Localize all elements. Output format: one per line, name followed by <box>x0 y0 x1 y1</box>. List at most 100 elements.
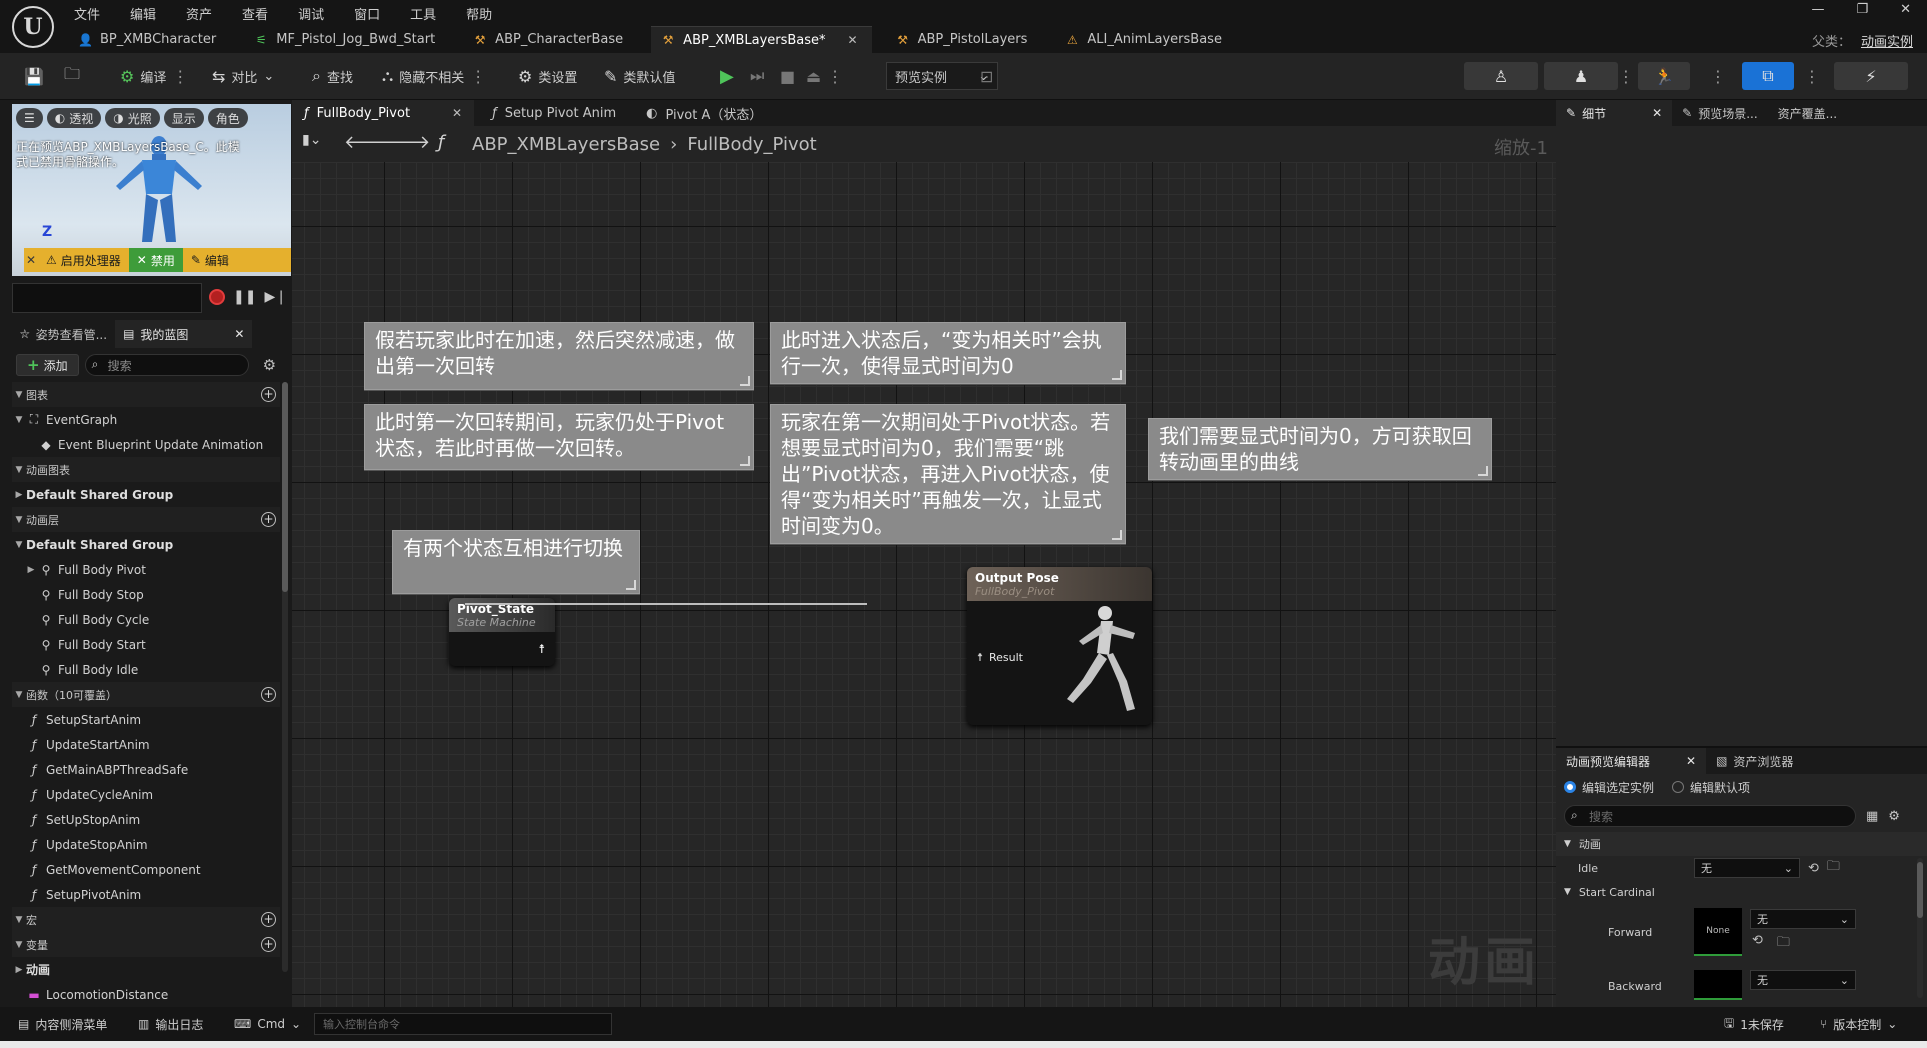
menu-item[interactable]: 文件 <box>74 2 100 25</box>
chevron-right-icon[interactable]: ▶ <box>12 490 26 500</box>
close-icon[interactable]: ✕ <box>452 106 462 120</box>
browse-button[interactable]: 🗀 <box>64 62 80 90</box>
breadcrumb-blueprint[interactable]: ABP_XMBLayersBase <box>472 134 660 155</box>
tree-category[interactable]: ▼ 变量 + <box>12 932 280 957</box>
graph-tab[interactable]: ƒ Setup Pivot Anim <box>480 100 628 126</box>
chevron-down-icon[interactable]: ▼ <box>12 690 26 700</box>
chevron-down-icon[interactable]: ▼ <box>12 540 26 550</box>
tree-category[interactable]: ▼ 函数（10可覆盖） + <box>12 682 280 707</box>
chevron-down-icon[interactable]: ▼ <box>12 465 26 475</box>
tree-group[interactable]: ▶ Default Shared Group <box>12 482 280 507</box>
tree-item[interactable]: ƒ UpdateStopAnim <box>12 832 280 857</box>
tree-item[interactable]: ⚲ Full Body Start <box>12 632 280 657</box>
menu-item[interactable]: 编辑 <box>130 2 156 25</box>
menu-item[interactable]: 帮助 <box>466 2 492 25</box>
tree-item[interactable]: ƒ SetUpStopAnim <box>12 807 280 832</box>
radio-edit-selected-instance[interactable]: 编辑选定实例 <box>1564 779 1654 796</box>
comment-box[interactable]: 此时进入状态后，“变为相关时”会执行一次，使得显式时间为0 <box>770 322 1126 384</box>
comment-box[interactable]: 我们需要显式时间为0，方可获取回转动画里的曲线 <box>1148 418 1492 480</box>
source-control-button[interactable]: ⑂ 版本控制 ⌄ <box>1820 1014 1897 1034</box>
comment-box[interactable]: 此时第一次回转期间，玩家仍处于Pivot状态，若此时再做一次回转。 <box>364 404 754 470</box>
tab-asset-browser[interactable]: ▧ 资产浏览器 <box>1706 748 1803 774</box>
viewport-lighting-button[interactable]: ◑ 光照 <box>105 108 160 128</box>
breadcrumb-graph[interactable]: FullBody_Pivot <box>687 134 816 155</box>
menu-item[interactable]: 查看 <box>242 2 268 25</box>
class-settings-button[interactable]: ⚙ 类设置 <box>518 62 577 90</box>
output-log-button[interactable]: ▥ 输出日志 <box>138 1014 203 1034</box>
debug-object-field[interactable] <box>12 283 202 313</box>
pause-icon[interactable]: ❚❚ <box>233 289 256 305</box>
more-icon[interactable]: ⋮ <box>827 67 843 86</box>
console-command-input[interactable]: 输入控制台命令 <box>314 1013 612 1035</box>
result-pin[interactable]: ☨ Result <box>977 651 1023 664</box>
backward-asset-dropdown[interactable]: 无 ⌄ <box>1750 970 1856 990</box>
save-button[interactable]: 💾 <box>24 62 44 90</box>
backward-asset-thumbnail[interactable] <box>1694 970 1742 1000</box>
tree-item[interactable]: ▶ ⚲ Full Body Pivot <box>12 557 280 582</box>
tree-item[interactable]: ▼ ⛶ EventGraph <box>12 407 280 432</box>
forward-arrow-icon[interactable]: 🡒 <box>382 132 430 153</box>
edit-button[interactable]: ✎ 编辑 <box>183 248 237 272</box>
browse-asset-icon[interactable]: 🗀 <box>1827 857 1840 879</box>
parent-class-link[interactable]: 动画实例 <box>1861 35 1913 50</box>
tab-preview-scene[interactable]: ✎ 预览场景... <box>1672 100 1768 126</box>
tree-category[interactable]: ▼ 动画层 + <box>12 507 280 532</box>
viewport-character-button[interactable]: 角色 <box>207 108 248 128</box>
compile-button[interactable]: ⚙ 编译 ⋮ <box>120 62 188 90</box>
debug-filter-button[interactable]: ⊡ <box>980 62 993 90</box>
tree-item[interactable]: ⚲ Full Body Cycle <box>12 607 280 632</box>
add-button[interactable]: + 添加 <box>16 354 79 376</box>
gear-icon[interactable]: ⚙ <box>1888 809 1900 824</box>
scrollbar-thumb[interactable] <box>282 382 288 592</box>
mesh-mode-button[interactable]: ♟ <box>1544 62 1618 90</box>
chevron-down-icon[interactable]: ▼ <box>12 940 26 950</box>
chevron-down-icon[interactable]: ▼ <box>12 390 26 400</box>
menu-item[interactable]: 工具 <box>410 2 436 25</box>
tree-item[interactable]: ƒ GetMainABPThreadSafe <box>12 757 280 782</box>
skeleton-mode-button[interactable]: ♙ <box>1464 62 1538 90</box>
viewport-menu-button[interactable]: ☰ <box>16 108 43 128</box>
comment-box[interactable]: 有两个状态互相进行切换 <box>392 530 640 594</box>
more-icon[interactable]: ⋮ <box>172 67 188 86</box>
unsaved-button[interactable]: 🖫 1未保存 <box>1724 1014 1784 1034</box>
forward-asset-dropdown[interactable]: 无 ⌄ <box>1750 909 1856 929</box>
pivot-state-node[interactable]: Pivot_State State Machine ☨ <box>449 598 555 666</box>
tree-item[interactable]: ƒ SetupPivotAnim <box>12 882 280 907</box>
hide-unrelated-button[interactable]: ⛬ 隐藏不相关 ⋮ <box>382 62 486 90</box>
reset-arrow-icon[interactable]: ⟲ <box>1808 861 1819 876</box>
more-icon[interactable]: ⋮ <box>1710 62 1726 90</box>
graph-canvas[interactable]: 假若玩家此时在加速，然后突然减速，做出第一次回转 此时进入状态后，“变为相关时”… <box>292 162 1556 1007</box>
radio-edit-defaults[interactable]: 编辑默认项 <box>1672 779 1750 796</box>
ape-scrollbar[interactable] <box>1917 858 1923 998</box>
tree-item[interactable]: ƒ UpdateCycleAnim <box>12 782 280 807</box>
restore-icon[interactable]: ❐ <box>1856 2 1868 17</box>
chevron-right-icon[interactable]: ▶ <box>24 565 38 575</box>
add-circle-icon[interactable]: + <box>261 687 276 702</box>
viewport-show-button[interactable]: 显示 <box>163 108 204 128</box>
tree-group[interactable]: ▼ Default Shared Group <box>12 532 280 557</box>
diff-button[interactable]: ⇆ 对比 ⌄ <box>212 62 274 90</box>
tab-asset-override[interactable]: 资产覆盖... <box>1768 100 1847 126</box>
browse-asset-icon[interactable]: 🗀 <box>1777 933 1790 955</box>
output-pose-node[interactable]: Output Pose FullBody_Pivot ☨ Result <box>967 567 1152 725</box>
class-defaults-button[interactable]: ✎ 类默认值 <box>604 62 675 90</box>
pose-output-pin-icon[interactable]: ☨ <box>538 642 545 656</box>
tab-my-blueprint[interactable]: ▤ 我的蓝图 ✕ <box>115 320 253 348</box>
record-icon[interactable] <box>209 289 226 305</box>
menu-item[interactable]: 调试 <box>298 2 324 25</box>
ape-search-input[interactable]: ⌕ 搜索 <box>1564 805 1856 827</box>
document-tab[interactable]: ⚟ MF_Pistol_Jog_Bwd_Start <box>244 26 449 53</box>
close-icon[interactable]: ✕ <box>24 253 38 267</box>
tab-anim-preview-editor[interactable]: 动画预览编辑器 ✕ <box>1556 748 1707 774</box>
tree-group[interactable]: ▶ 动画 <box>12 957 280 982</box>
animation-mode-button[interactable]: 🏃 <box>1638 62 1690 90</box>
close-icon[interactable]: ✕ <box>1652 106 1662 120</box>
chevron-down-icon[interactable]: ▼ <box>12 415 26 425</box>
close-icon[interactable]: ✕ <box>848 33 858 47</box>
add-circle-icon[interactable]: + <box>261 912 276 927</box>
add-circle-icon[interactable]: + <box>261 387 276 402</box>
reset-arrow-icon[interactable]: ⟲ <box>1752 933 1763 955</box>
viewport-perspective-button[interactable]: ◐ 透视 <box>46 108 102 128</box>
bookmark-icon[interactable]: ▮⌄ <box>302 132 321 148</box>
tree-category[interactable]: ▼ 图表 + <box>12 382 280 407</box>
